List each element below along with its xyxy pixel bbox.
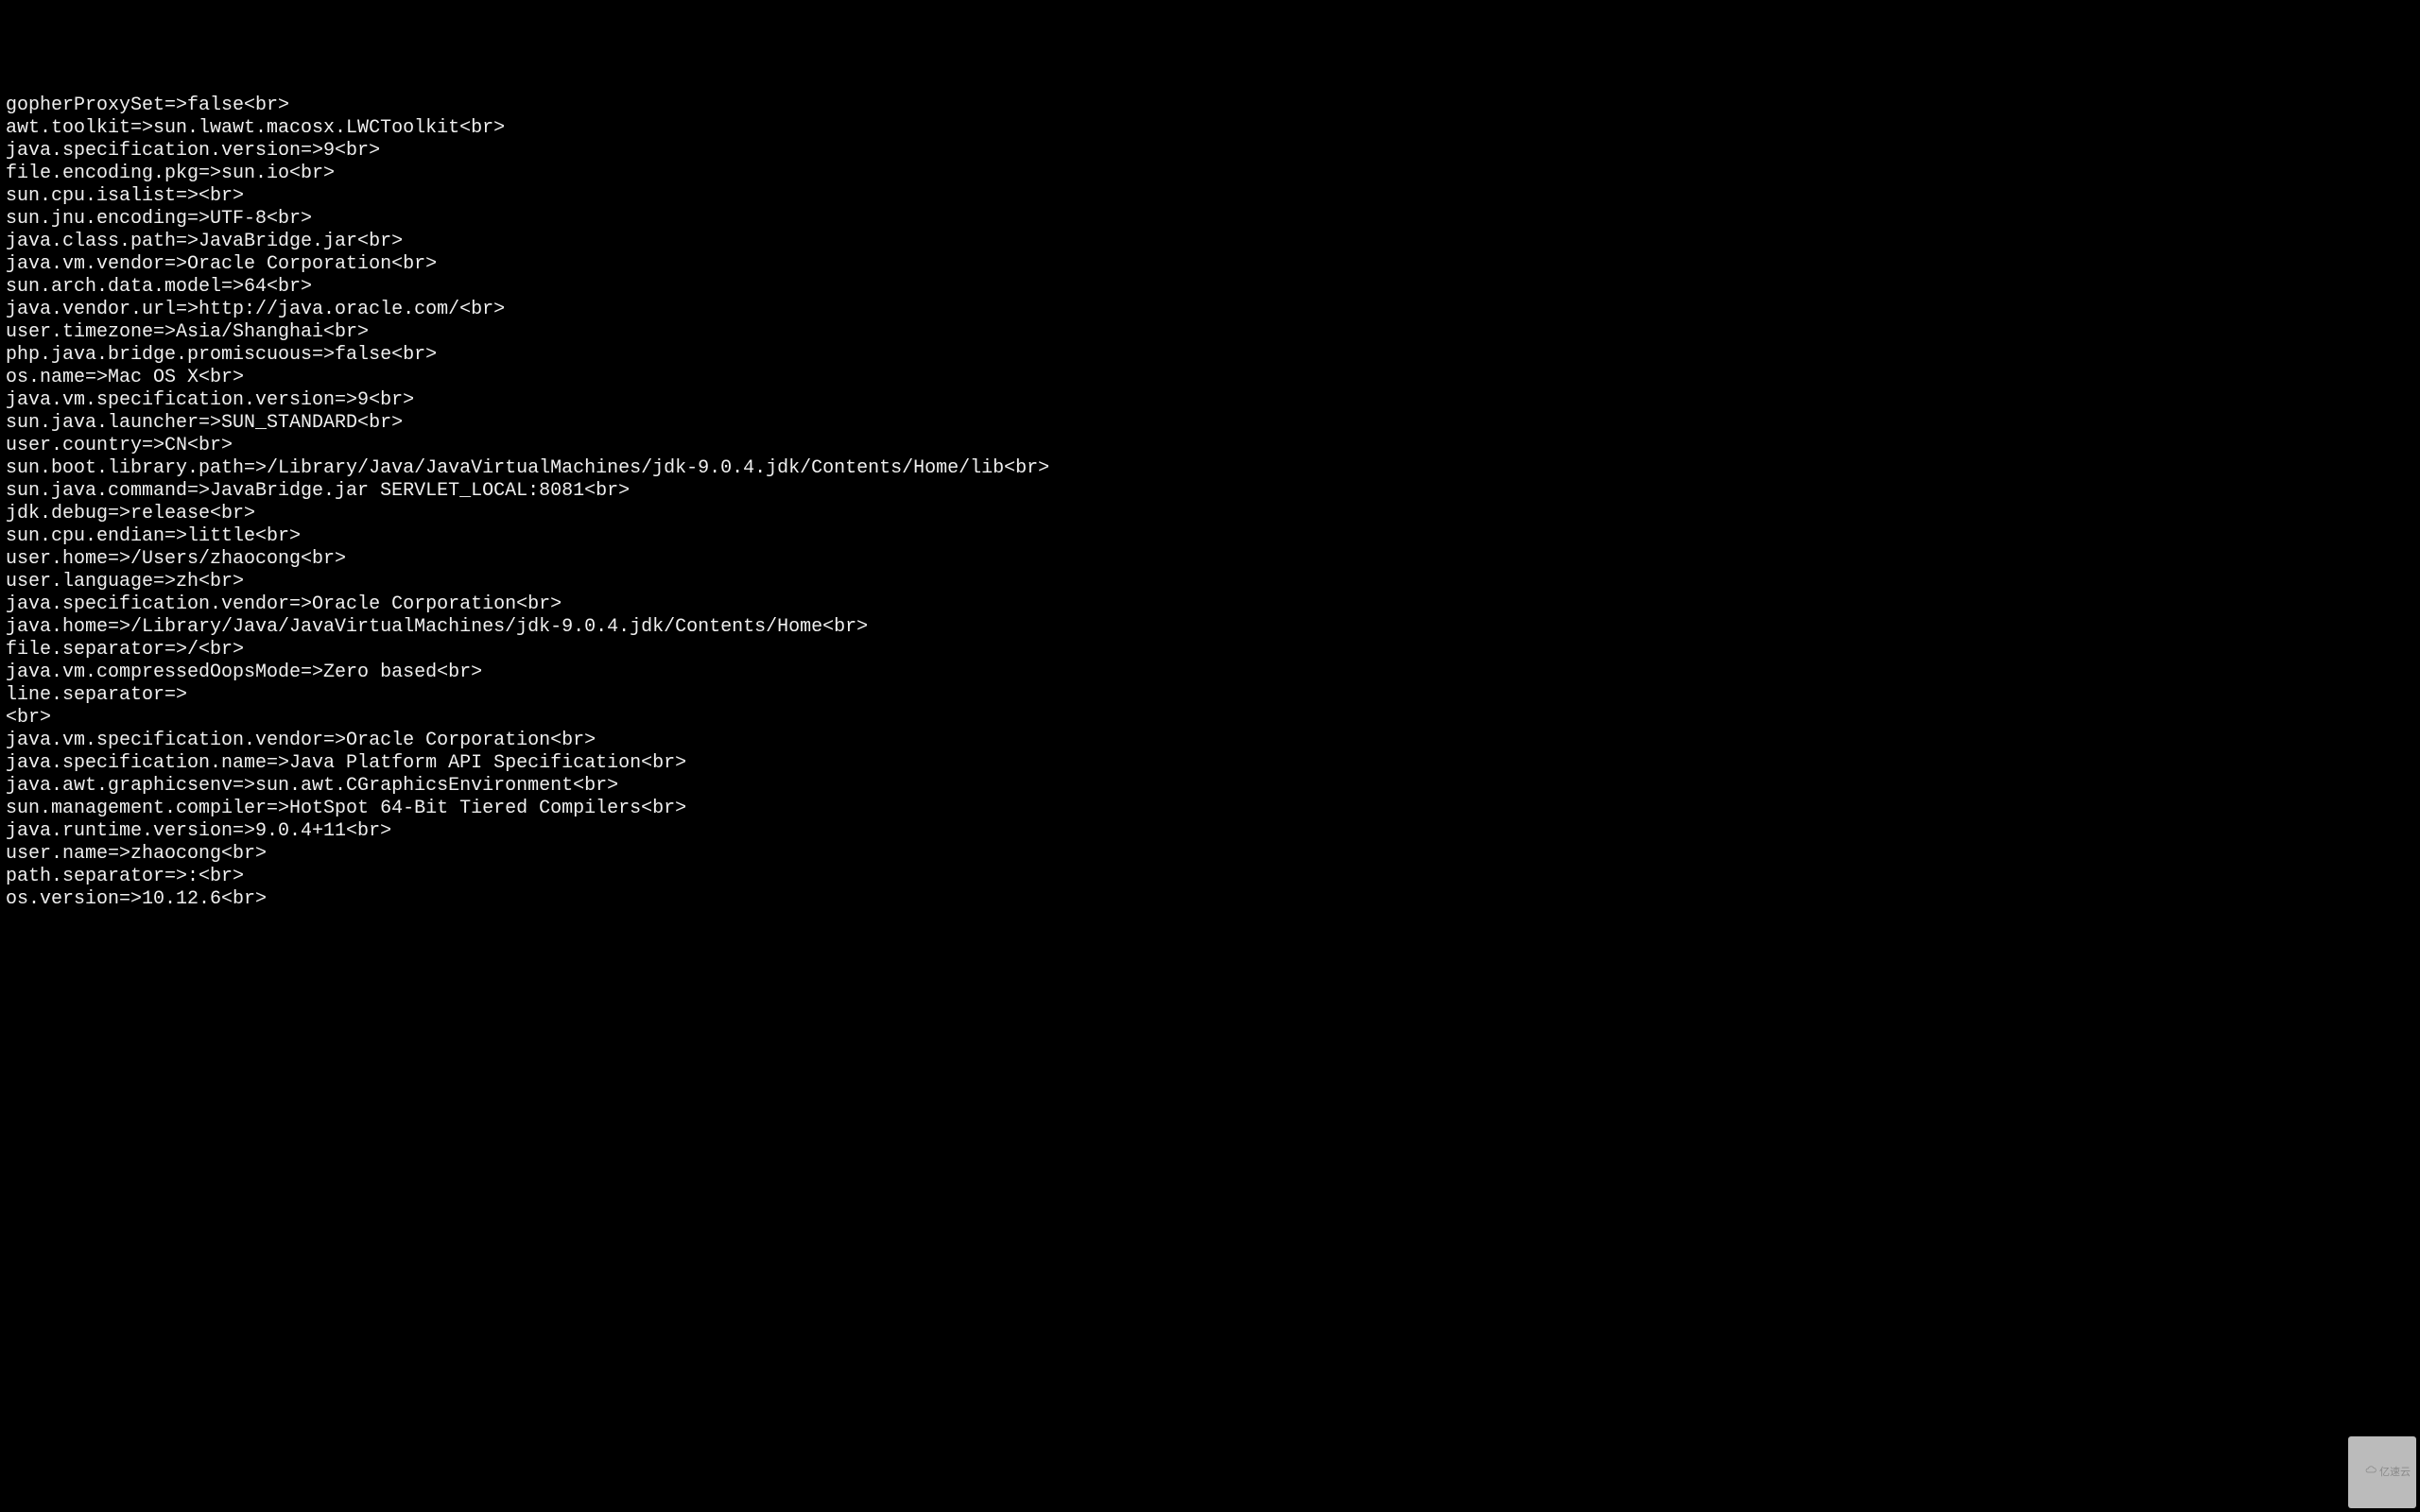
- output-line: java.vendor.url=>http://java.oracle.com/…: [6, 299, 2414, 321]
- output-line: os.name=>Mac OS X<br>: [6, 367, 2414, 389]
- output-line: jdk.debug=>release<br>: [6, 503, 2414, 525]
- output-line: gopherProxySet=>false<br>: [6, 94, 2414, 117]
- output-line: sun.cpu.endian=>little<br>: [6, 525, 2414, 548]
- output-line: user.timezone=>Asia/Shanghai<br>: [6, 321, 2414, 344]
- output-line: java.awt.graphicsenv=>sun.awt.CGraphicsE…: [6, 775, 2414, 798]
- output-line: sun.cpu.isalist=><br>: [6, 185, 2414, 208]
- output-line: user.home=>/Users/zhaocong<br>: [6, 548, 2414, 571]
- output-line: user.language=>zh<br>: [6, 571, 2414, 593]
- output-line: java.specification.name=>Java Platform A…: [6, 752, 2414, 775]
- output-line: line.separator=>: [6, 684, 2414, 707]
- output-line: sun.jnu.encoding=>UTF-8<br>: [6, 208, 2414, 231]
- output-line: file.encoding.pkg=>sun.io<br>: [6, 163, 2414, 185]
- watermark-label: 亿速云: [2379, 1461, 2411, 1484]
- output-line: awt.toolkit=>sun.lwawt.macosx.LWCToolkit…: [6, 117, 2414, 140]
- output-line: sun.java.launcher=>SUN_STANDARD<br>: [6, 412, 2414, 435]
- cloud-icon: [2354, 1438, 2377, 1506]
- output-line: sun.management.compiler=>HotSpot 64-Bit …: [6, 798, 2414, 820]
- output-line: user.country=>CN<br>: [6, 435, 2414, 457]
- output-line: java.vm.specification.vendor=>Oracle Cor…: [6, 730, 2414, 752]
- output-line: java.vm.compressedOopsMode=>Zero based<b…: [6, 662, 2414, 684]
- output-line: sun.java.command=>JavaBridge.jar SERVLET…: [6, 480, 2414, 503]
- output-line: <br>: [6, 707, 2414, 730]
- output-line: java.class.path=>JavaBridge.jar<br>: [6, 231, 2414, 253]
- output-line: file.separator=>/<br>: [6, 639, 2414, 662]
- output-line: user.name=>zhaocong<br>: [6, 843, 2414, 866]
- output-line: java.specification.vendor=>Oracle Corpor…: [6, 593, 2414, 616]
- output-line: path.separator=>:<br>: [6, 866, 2414, 888]
- output-line: java.home=>/Library/Java/JavaVirtualMach…: [6, 616, 2414, 639]
- output-line: java.specification.version=>9<br>: [6, 140, 2414, 163]
- output-line: java.runtime.version=>9.0.4+11<br>: [6, 820, 2414, 843]
- output-line: php.java.bridge.promiscuous=>false<br>: [6, 344, 2414, 367]
- watermark-badge: 亿速云: [2348, 1436, 2416, 1508]
- output-line: sun.boot.library.path=>/Library/Java/Jav…: [6, 457, 2414, 480]
- output-line: java.vm.specification.version=>9<br>: [6, 389, 2414, 412]
- terminal-output: gopherProxySet=>false<br>awt.toolkit=>su…: [6, 94, 2414, 1512]
- output-line: sun.arch.data.model=>64<br>: [6, 276, 2414, 299]
- output-line: java.vm.vendor=>Oracle Corporation<br>: [6, 253, 2414, 276]
- output-line: os.version=>10.12.6<br>: [6, 888, 2414, 911]
